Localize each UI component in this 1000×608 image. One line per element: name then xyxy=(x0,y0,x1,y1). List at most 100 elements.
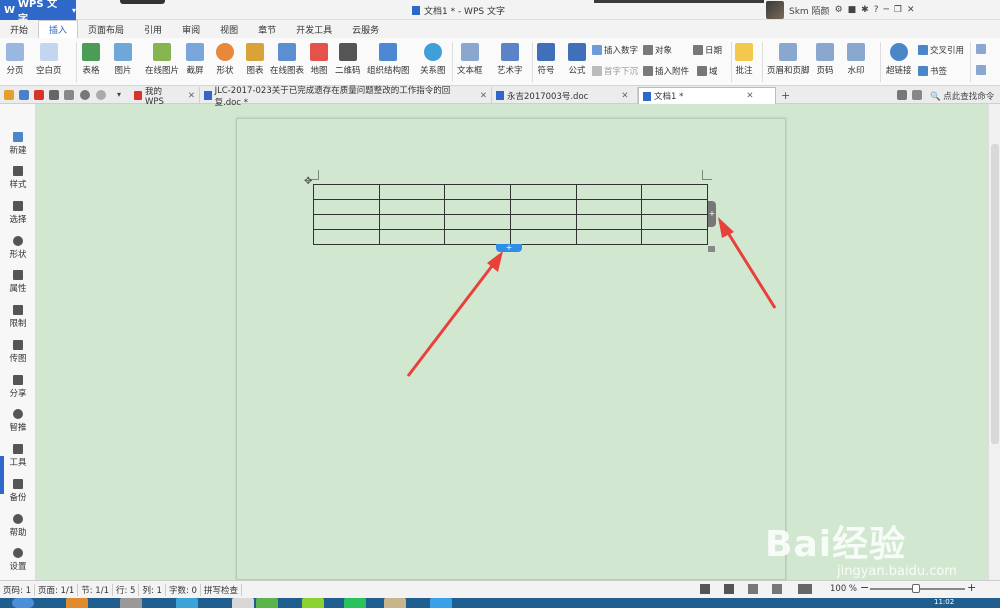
sidebar-item-help[interactable]: 帮助 xyxy=(0,514,36,538)
sidebar-item-upload-image[interactable]: 传图 xyxy=(0,340,36,364)
taskbar-app-icon[interactable] xyxy=(120,598,142,608)
add-row-button[interactable]: + xyxy=(496,244,522,252)
relation-chart-button[interactable]: 关系图 xyxy=(420,40,446,76)
sidebar-item-settings[interactable]: 设置 xyxy=(0,548,36,572)
table-cell[interactable] xyxy=(509,199,577,215)
save-icon[interactable] xyxy=(19,90,29,100)
table-cell[interactable] xyxy=(313,199,380,215)
insert-number-button[interactable]: 插入数字 xyxy=(592,44,638,56)
map-button[interactable]: 地图 xyxy=(310,40,328,76)
tab-insert[interactable]: 插入 xyxy=(38,20,79,38)
online-chart-button[interactable]: 在线图表 xyxy=(270,40,304,76)
browser-icon[interactable] xyxy=(176,598,198,608)
table-move-handle-icon[interactable]: ✥ xyxy=(304,176,312,187)
header-footer-button[interactable]: 页眉和页脚 xyxy=(767,40,810,76)
table-cell[interactable] xyxy=(641,199,708,215)
table-cell[interactable] xyxy=(509,229,577,245)
avatar[interactable] xyxy=(766,1,784,19)
print-icon[interactable] xyxy=(49,90,59,100)
sidebar-item-properties[interactable]: 属性 xyxy=(0,270,36,294)
sidebar-item-tools[interactable]: 工具 xyxy=(0,444,36,468)
table-cell[interactable] xyxy=(641,184,708,200)
tab-references[interactable]: 引用 xyxy=(134,20,172,38)
sidebar-item-select[interactable]: 选择 xyxy=(0,201,36,225)
table-cell[interactable] xyxy=(444,184,511,200)
sidebar-item-share[interactable]: 分享 xyxy=(0,375,36,399)
table-cell[interactable] xyxy=(444,199,511,215)
online-picture-button[interactable]: 在线图片 xyxy=(145,40,179,76)
cross-reference-button[interactable]: 交叉引用 xyxy=(918,44,964,56)
spell-check-toggle[interactable]: 拼写检查 xyxy=(201,583,242,596)
table-cell[interactable] xyxy=(444,229,511,245)
table-cell[interactable] xyxy=(575,214,643,230)
object-button[interactable]: 对象 xyxy=(643,44,672,56)
table-cell[interactable] xyxy=(313,214,380,230)
user-name[interactable]: Skm 陌颜 xyxy=(789,4,830,17)
table-cell[interactable] xyxy=(378,229,446,245)
close-icon[interactable]: ✕ xyxy=(907,5,915,15)
drop-cap-button[interactable]: 首字下沉 xyxy=(592,65,638,77)
tab-document-yongji[interactable]: 永吉2017003号.doc ✕ xyxy=(492,87,638,104)
help-icon[interactable]: ? xyxy=(874,5,879,15)
search-command[interactable]: 🔍 点此查找命令 xyxy=(930,90,994,102)
taskbar-app-icon-2[interactable] xyxy=(232,598,254,608)
sidebar-item-backup[interactable]: 备份 xyxy=(0,479,36,503)
symbol-button[interactable]: 符号 xyxy=(537,40,555,76)
wps-app-menu-button[interactable]: W WPS 文字 ▾ xyxy=(0,0,76,25)
table-cell[interactable] xyxy=(444,214,511,230)
tab-cloud[interactable]: 云服务 xyxy=(342,20,389,38)
table-cell[interactable] xyxy=(509,214,577,230)
table-cell[interactable] xyxy=(641,214,708,230)
sidebar-item-recommend[interactable]: 智推 xyxy=(0,409,36,433)
new-tab-icon[interactable]: + xyxy=(781,89,790,102)
taskbar-app-icon-4[interactable] xyxy=(302,598,324,608)
eye-protect-icon[interactable] xyxy=(798,584,812,594)
formula-button[interactable]: 公式 xyxy=(568,40,586,76)
minimize-icon[interactable]: ─ xyxy=(883,5,888,15)
chart-button[interactable]: 图表 xyxy=(246,40,264,76)
preview-icon[interactable] xyxy=(64,90,74,100)
tab-document-1[interactable]: 文档1 * ✕ xyxy=(638,87,776,104)
org-chart-button[interactable]: 组织结构图 xyxy=(367,40,410,76)
ribbon-extra-button-2[interactable] xyxy=(976,65,986,75)
add-column-button[interactable]: + xyxy=(708,201,716,227)
table-cell[interactable] xyxy=(575,229,643,245)
textbox-button[interactable]: 文本框 xyxy=(457,40,483,76)
tab-developer[interactable]: 开发工具 xyxy=(286,20,342,38)
shirt-icon[interactable]: ✱ xyxy=(861,5,869,15)
page-number-button[interactable]: 页码 xyxy=(816,40,834,76)
scroll-thumb[interactable] xyxy=(991,144,999,444)
chevron-left-icon[interactable] xyxy=(912,90,922,100)
comment-button[interactable]: 批注 xyxy=(735,40,753,76)
screenshot-button[interactable]: 截屏 xyxy=(186,40,204,76)
close-tab-icon[interactable]: ✕ xyxy=(746,91,753,101)
tab-my-wps[interactable]: 我的WPS ✕ xyxy=(130,87,200,107)
taskbar-app-icon-5[interactable] xyxy=(384,598,406,608)
explorer-icon[interactable] xyxy=(66,598,88,608)
tab-view[interactable]: 视图 xyxy=(210,20,248,38)
zoom-level[interactable]: 100 % xyxy=(830,584,857,594)
undo-icon[interactable] xyxy=(80,90,90,100)
outline-view-icon[interactable] xyxy=(748,584,758,594)
insert-attachment-button[interactable]: 插入附件 xyxy=(643,65,689,77)
hyperlink-button[interactable]: 超链接 xyxy=(886,40,912,76)
chevron-down-icon[interactable]: ▾ xyxy=(117,90,127,100)
shape-button[interactable]: 形状 xyxy=(216,40,234,76)
blank-page-button[interactable]: 空白页 xyxy=(36,40,62,76)
sidebar-item-new[interactable]: 新建 xyxy=(0,132,36,156)
table-resize-handle[interactable] xyxy=(708,246,715,252)
zoom-out-icon[interactable]: − xyxy=(860,581,869,594)
table-cell[interactable] xyxy=(313,184,380,200)
gear-icon[interactable]: ⚙ xyxy=(835,5,843,15)
table-cell[interactable] xyxy=(641,229,708,245)
taskbar-app-icon-3[interactable] xyxy=(256,598,278,608)
document-table[interactable] xyxy=(313,184,708,245)
tab-document-jlc[interactable]: JLC-2017-023关于已完成遗存在质量问题整改的工作指令的回复.doc *… xyxy=(200,86,492,108)
table-cell[interactable] xyxy=(575,184,643,200)
ribbon-extra-button[interactable] xyxy=(976,44,986,54)
table-cell[interactable] xyxy=(378,184,446,200)
close-tab-icon[interactable]: ✕ xyxy=(188,91,195,101)
skin-icon[interactable]: ■ xyxy=(848,5,857,15)
web-view-icon[interactable] xyxy=(772,584,782,594)
table-button[interactable]: 表格 xyxy=(82,40,100,76)
